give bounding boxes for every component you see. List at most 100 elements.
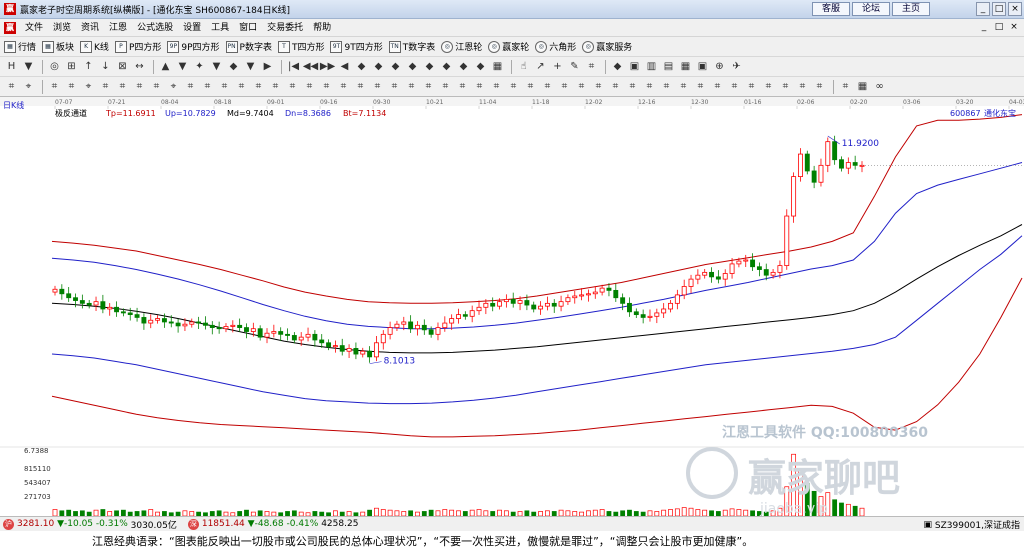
toolbar2-tool-icon-6[interactable]: ⊠ [115,59,130,74]
toolbar3-tool-icon-26[interactable]: ⌗ [455,79,470,94]
kline-chart[interactable]: 07-07 07-21 08-04 08-18 09-01 09-16 09-30 10-21… [0,97,1024,516]
toolbar2-tool-icon-26[interactable]: ◆ [473,59,488,74]
toolbar3-tool-icon-10[interactable]: ⌗ [183,79,198,94]
toolbar2-tool-icon-19[interactable]: ◆ [354,59,369,74]
toolbar3-tool-icon-8[interactable]: ⌗ [149,79,164,94]
toolbar3-tool-icon-1[interactable]: ⌖ [21,79,36,94]
toolbar3-tool-icon-27[interactable]: ⌗ [472,79,487,94]
toolbar3-tool-icon-28[interactable]: ⌗ [489,79,504,94]
toolbar3-tool-icon-43[interactable]: ⌗ [744,79,759,94]
toolbar3-tool-icon-37[interactable]: ⌗ [642,79,657,94]
toolbar-btn-2[interactable]: K K线 [80,40,109,53]
toolbar2-tool-icon-40[interactable]: ✈ [729,59,744,74]
toolbar2-tool-icon-30[interactable]: + [550,59,565,74]
toolbar2-tool-icon-7[interactable]: ↔ [132,59,147,74]
toolbar2-tool-icon-27[interactable]: ▦ [490,59,505,74]
toolbar2-tool-icon-35[interactable]: ▥ [644,59,659,74]
toolbar3-tool-icon-50[interactable]: ∞ [872,79,887,94]
toolbar3-tool-icon-39[interactable]: ⌗ [676,79,691,94]
toolbar2-tool-icon-12[interactable]: ◆ [226,59,241,74]
toolbar3-tool-icon-2[interactable]: ⌗ [47,79,62,94]
toolbar2-tool-icon-38[interactable]: ▣ [695,59,710,74]
toolbar2-tool-icon-8[interactable]: ▲ [158,59,173,74]
link-customer-service[interactable]: 客服 [812,2,850,16]
toolbar2-tool-icon-39[interactable]: ⊕ [712,59,727,74]
toolbar3-tool-icon-42[interactable]: ⌗ [727,79,742,94]
toolbar2-tool-icon-36[interactable]: ▤ [661,59,676,74]
toolbar2-tool-icon-32[interactable]: ⌗ [584,59,599,74]
toolbar-btn-11[interactable]: ◎ 六角形 [535,40,576,53]
toolbar2-tool-icon-16[interactable]: ◀◀ [303,59,318,74]
toolbar2-tool-icon-34[interactable]: ▣ [627,59,642,74]
toolbar-btn-4[interactable]: 9P 9P四方形 [167,40,220,53]
toolbar3-tool-icon-13[interactable]: ⌗ [234,79,249,94]
toolbar3-tool-icon-31[interactable]: ⌗ [540,79,555,94]
toolbar-btn-1[interactable]: ▦ 板块 [42,40,74,53]
toolbar3-tool-icon-33[interactable]: ⌗ [574,79,589,94]
toolbar2-tool-icon-4[interactable]: ↑ [81,59,96,74]
toolbar3-tool-icon-46[interactable]: ⌗ [795,79,810,94]
close-button[interactable]: × [1008,2,1022,16]
sh-index[interactable]: 沪 3281.10 ▼-10.05 -0.31% 3030.05亿 [0,518,177,531]
menu-browse[interactable]: 浏览 [48,20,76,36]
toolbar-btn-9[interactable]: ◎ 江恩轮 [441,40,482,53]
toolbar3-tool-icon-34[interactable]: ⌗ [591,79,606,94]
sz-index[interactable]: 深 11851.44 ▼-48.68 -0.41% 4258.25 [185,518,358,530]
status-right[interactable]: ▣ SZ399001,深证成指 [924,518,1020,532]
menu-settings[interactable]: 设置 [178,20,206,36]
toolbar-btn-3[interactable]: P P四方形 [114,40,161,53]
toolbar-btn-12[interactable]: ◎ 赢家服务 [582,40,632,53]
toolbar3-tool-icon-41[interactable]: ⌗ [710,79,725,94]
toolbar2-tool-icon-2[interactable]: ◎ [47,59,62,74]
toolbar3-tool-icon-17[interactable]: ⌗ [302,79,317,94]
toolbar3-tool-icon-14[interactable]: ⌗ [251,79,266,94]
toolbar3-tool-icon-35[interactable]: ⌗ [608,79,623,94]
toolbar3-tool-icon-6[interactable]: ⌗ [115,79,130,94]
toolbar3-tool-icon-20[interactable]: ⌗ [353,79,368,94]
toolbar3-tool-icon-40[interactable]: ⌗ [693,79,708,94]
menu-file[interactable]: 文件 [20,20,48,36]
menu-tools[interactable]: 工具 [206,20,234,36]
mdi-minimize-button[interactable]: _ [978,21,990,33]
menu-formula[interactable]: 公式选股 [132,20,178,36]
toolbar2-tool-icon-29[interactable]: ↗ [533,59,548,74]
toolbar2-tool-icon-23[interactable]: ◆ [422,59,437,74]
toolbar3-tool-icon-36[interactable]: ⌗ [625,79,640,94]
toolbar2-tool-icon-33[interactable]: ◆ [610,59,625,74]
toolbar3-tool-icon-7[interactable]: ⌗ [132,79,147,94]
toolbar2-tool-icon-17[interactable]: ▶▶ [320,59,335,74]
toolbar2-tool-icon-9[interactable]: ▼ [175,59,190,74]
toolbar3-tool-icon-16[interactable]: ⌗ [285,79,300,94]
toolbar2-tool-icon-13[interactable]: ▼ [243,59,258,74]
menu-trade[interactable]: 交易委托 [262,20,308,36]
toolbar2-tool-icon-21[interactable]: ◆ [388,59,403,74]
toolbar3-tool-icon-5[interactable]: ⌗ [98,79,113,94]
toolbar2-tool-icon-28[interactable]: ☝ [516,59,531,74]
toolbar2-tool-icon-22[interactable]: ◆ [405,59,420,74]
toolbar-btn-0[interactable]: ▦ 行情 [4,40,36,53]
chart-area[interactable]: 07-07 07-21 08-04 08-18 09-01 09-16 09-30 10-21… [0,97,1024,516]
toolbar3-tool-icon-11[interactable]: ⌗ [200,79,215,94]
menu-gann[interactable]: 江恩 [104,20,132,36]
toolbar3-tool-icon-4[interactable]: ⌖ [81,79,96,94]
toolbar3-tool-icon-21[interactable]: ⌗ [370,79,385,94]
minimize-button[interactable]: _ [976,2,990,16]
toolbar3-tool-icon-45[interactable]: ⌗ [778,79,793,94]
toolbar2-tool-icon-10[interactable]: ✦ [192,59,207,74]
toolbar2-tool-icon-24[interactable]: ◆ [439,59,454,74]
menu-window[interactable]: 窗口 [234,20,262,36]
toolbar3-tool-icon-23[interactable]: ⌗ [404,79,419,94]
toolbar3-tool-icon-19[interactable]: ⌗ [336,79,351,94]
toolbar-btn-8[interactable]: TN T数字表 [388,40,435,53]
menu-help[interactable]: 帮助 [308,20,336,36]
toolbar3-tool-icon-18[interactable]: ⌗ [319,79,334,94]
toolbar3-tool-icon-0[interactable]: ⌗ [4,79,19,94]
toolbar2-tool-icon-31[interactable]: ✎ [567,59,582,74]
toolbar3-tool-icon-29[interactable]: ⌗ [506,79,521,94]
toolbar2-tool-icon-5[interactable]: ↓ [98,59,113,74]
toolbar3-tool-icon-12[interactable]: ⌗ [217,79,232,94]
menu-info[interactable]: 资讯 [76,20,104,36]
toolbar2-tool-icon-25[interactable]: ◆ [456,59,471,74]
toolbar3-tool-icon-44[interactable]: ⌗ [761,79,776,94]
link-homepage[interactable]: 主页 [892,2,930,16]
